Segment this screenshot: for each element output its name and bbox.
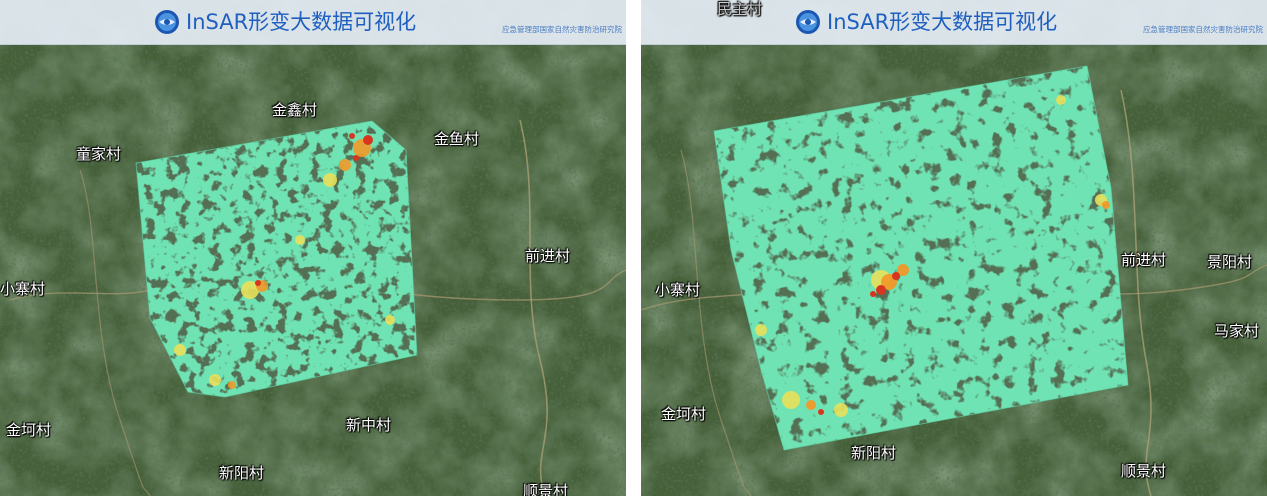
place-label: 金鑫村 <box>272 101 318 119</box>
map-panel-right[interactable]: InSAR形变大数据可视化 应急管理部国家自然灾害防治研究院 民主村 前进村 景… <box>641 0 1267 496</box>
app-header: InSAR形变大数据可视化 应急管理部国家自然灾害防治研究院 <box>0 0 626 45</box>
satellite-map-right[interactable] <box>641 0 1267 496</box>
place-label: 民主村 <box>717 0 763 18</box>
organization-name: 应急管理部国家自然灾害防治研究院 <box>1143 25 1263 34</box>
place-label: 金坷村 <box>661 405 707 423</box>
globe-logo-icon <box>796 10 820 34</box>
place-label: 马家村 <box>1214 322 1260 340</box>
place-label: 金鱼村 <box>434 130 480 148</box>
place-label: 前进村 <box>525 247 571 265</box>
place-label: 小寨村 <box>0 280 46 298</box>
place-label: 童家村 <box>76 145 122 163</box>
organization-name: 应急管理部国家自然灾害防治研究院 <box>502 25 622 34</box>
place-label: 新阳村 <box>851 444 897 462</box>
place-label: 前进村 <box>1121 251 1167 269</box>
map-panel-left[interactable]: InSAR形变大数据可视化 应急管理部国家自然灾害防治研究院 金鑫村 童家村 金… <box>0 0 626 496</box>
place-label: 新中村 <box>346 416 392 434</box>
app-title: InSAR形变大数据可视化 <box>827 10 1058 34</box>
place-label: 顺景村 <box>523 482 569 496</box>
globe-logo-icon <box>155 10 179 34</box>
place-label: 金坷村 <box>6 421 52 439</box>
place-label: 新阳村 <box>219 464 265 482</box>
place-label: 小寨村 <box>655 281 701 299</box>
place-label: 景阳村 <box>1207 253 1253 271</box>
place-label: 顺景村 <box>1121 462 1167 480</box>
app-title: InSAR形变大数据可视化 <box>186 10 417 34</box>
